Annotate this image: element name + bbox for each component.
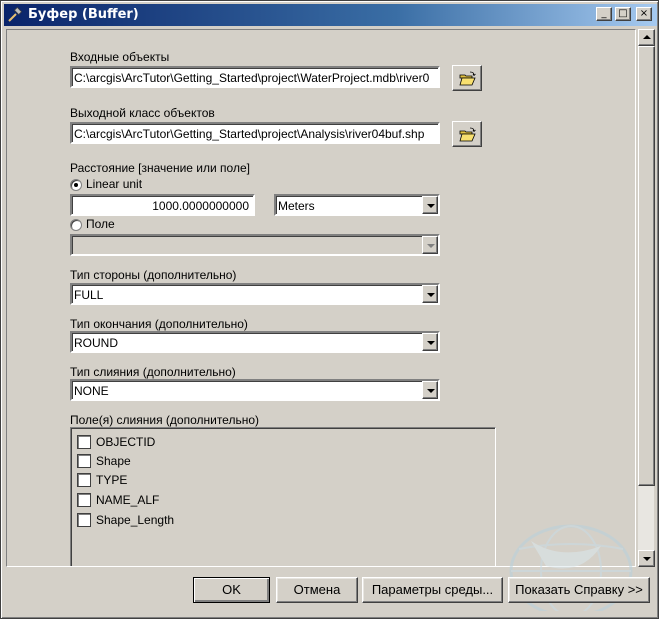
linear-unit-radio[interactable] bbox=[70, 179, 82, 191]
dissolve-fields-list[interactable]: OBJECTID Shape TYPE NAME_ALF Shape_Lengt… bbox=[70, 427, 496, 566]
show-help-button[interactable]: Показать Справку >> bbox=[508, 577, 650, 603]
side-type-select[interactable]: FULL bbox=[70, 283, 440, 305]
open-folder-icon bbox=[459, 127, 476, 142]
scroll-thumb[interactable] bbox=[638, 46, 655, 486]
close-button[interactable]: × bbox=[636, 7, 652, 21]
dissolve-fields-label: Поле(я) слияния (дополнительно) bbox=[70, 413, 259, 427]
field-radio-label: Поле bbox=[86, 217, 115, 231]
distance-unit-select[interactable]: Meters bbox=[274, 194, 440, 216]
scroll-up-button[interactable] bbox=[638, 29, 655, 46]
list-item-label: OBJECTID bbox=[96, 435, 156, 449]
side-type-label: Тип стороны (дополнительно) bbox=[70, 268, 237, 282]
distance-field-select[interactable] bbox=[70, 234, 440, 256]
distance-value-field[interactable]: 1000.0000000000 bbox=[70, 194, 255, 216]
output-feature-class-label: Выходной класс объектов bbox=[70, 106, 215, 120]
scroll-down-button[interactable] bbox=[638, 550, 655, 567]
output-feature-class-browse-button[interactable] bbox=[452, 121, 482, 147]
maximize-button[interactable]: □ bbox=[615, 7, 631, 21]
title-bar[interactable]: Буфер (Buffer) _ □ × bbox=[4, 4, 657, 26]
chevron-down-icon[interactable] bbox=[422, 285, 438, 303]
open-folder-icon bbox=[459, 71, 476, 86]
chevron-down-icon[interactable] bbox=[422, 381, 438, 399]
chevron-down-icon[interactable] bbox=[422, 236, 438, 254]
list-item-label: NAME_ALF bbox=[96, 493, 160, 507]
input-features-browse-button[interactable] bbox=[452, 65, 482, 91]
ok-button[interactable]: OK bbox=[193, 577, 270, 603]
hammer-icon bbox=[8, 7, 23, 22]
field-radio[interactable] bbox=[70, 219, 82, 231]
end-type-select[interactable]: ROUND bbox=[70, 331, 440, 353]
minimize-button[interactable]: _ bbox=[596, 7, 612, 21]
dissolve-type-select[interactable]: NONE bbox=[70, 379, 440, 401]
environments-button[interactable]: Параметры среды... bbox=[362, 577, 503, 603]
chevron-down-icon[interactable] bbox=[422, 333, 438, 351]
checkbox[interactable] bbox=[77, 493, 91, 507]
checkbox[interactable] bbox=[77, 513, 91, 527]
dissolve-type-label: Тип слияния (дополнительно) bbox=[70, 365, 236, 379]
chevron-down-icon[interactable] bbox=[422, 196, 438, 214]
end-type-value: ROUND bbox=[74, 336, 118, 350]
list-item-label: TYPE bbox=[96, 473, 128, 487]
checkbox[interactable] bbox=[77, 473, 91, 487]
checkbox[interactable] bbox=[77, 454, 91, 468]
list-item-label: Shape bbox=[96, 454, 131, 468]
end-type-label: Тип окончания (дополнительно) bbox=[70, 317, 248, 331]
linear-unit-label: Linear unit bbox=[86, 177, 143, 191]
vertical-scrollbar[interactable] bbox=[637, 29, 655, 567]
list-item-label: Shape_Length bbox=[96, 513, 175, 527]
dissolve-type-value: NONE bbox=[74, 384, 109, 398]
distance-label: Расстояние [значение или поле] bbox=[70, 161, 250, 175]
output-feature-class-field[interactable]: C:\arcgis\ArcTutor\Getting_Started\proje… bbox=[70, 122, 440, 144]
parameters-panel: Входные объекты C:\arcgis\ArcTutor\Getti… bbox=[6, 29, 636, 567]
checkbox[interactable] bbox=[77, 435, 91, 449]
window-title: Буфер (Buffer) bbox=[28, 7, 139, 22]
input-features-field[interactable]: C:\arcgis\ArcTutor\Getting_Started\proje… bbox=[70, 66, 440, 88]
cancel-button[interactable]: Отмена bbox=[276, 577, 358, 603]
side-type-value: FULL bbox=[74, 288, 104, 302]
buffer-dialog: Буфер (Buffer) _ □ × Входные объекты C:\… bbox=[0, 0, 659, 619]
input-features-label: Входные объекты bbox=[70, 50, 170, 64]
distance-unit-value: Meters bbox=[278, 199, 315, 213]
